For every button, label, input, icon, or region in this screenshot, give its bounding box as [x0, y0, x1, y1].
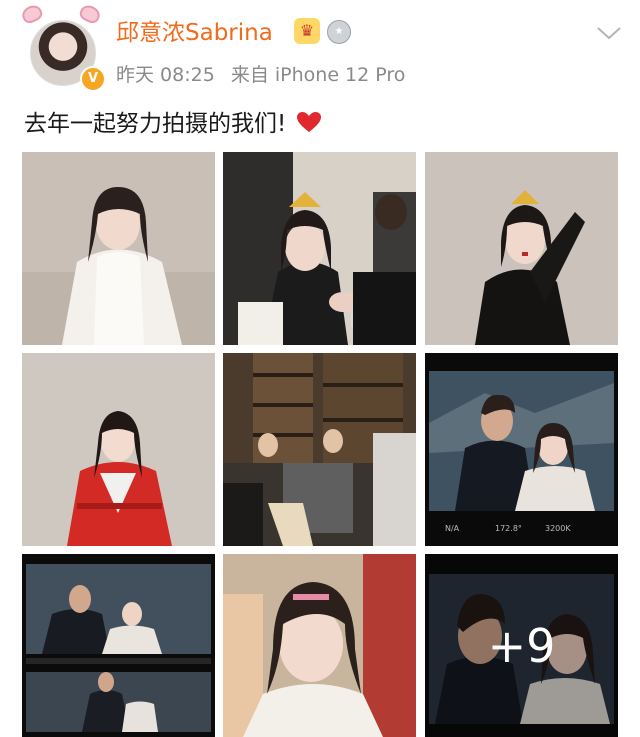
photo-3[interactable]	[425, 152, 618, 345]
crown-icon[interactable]: ♛	[294, 18, 320, 44]
bunny-ear-right	[77, 2, 103, 26]
photo-6[interactable]: N/A 172.8° 3200K	[425, 353, 618, 546]
post-meta: 昨天 08:25 来自 iPhone 12 Pro	[116, 60, 415, 87]
medal-icon[interactable]: ★	[327, 18, 351, 44]
username[interactable]: 邱意浓Sabrina	[116, 18, 273, 48]
photo-9[interactable]: +9	[425, 554, 618, 737]
photo-2[interactable]	[223, 152, 416, 345]
heart-icon	[297, 112, 322, 132]
post-text: 去年一起努力拍摄的我们!	[24, 104, 322, 138]
photo-8[interactable]	[223, 554, 416, 737]
photo-4[interactable]	[22, 353, 215, 546]
avatar[interactable]: V	[18, 2, 106, 92]
chevron-down-icon[interactable]	[596, 24, 622, 42]
svg-text:N/A: N/A	[445, 524, 460, 533]
post-source[interactable]: 来自 iPhone 12 Pro	[231, 64, 406, 86]
bunny-ear-left	[19, 2, 45, 26]
photo-7[interactable]	[22, 554, 215, 737]
post-text-content: 去年一起努力拍摄的我们!	[24, 111, 287, 137]
photo-5[interactable]	[223, 353, 416, 546]
svg-text:172.8°: 172.8°	[495, 524, 522, 533]
photo-1[interactable]	[22, 152, 215, 345]
svg-text:3200K: 3200K	[545, 524, 571, 533]
verified-badge-icon: V	[80, 66, 106, 92]
more-photos-count[interactable]: +9	[425, 554, 618, 737]
post-time: 昨天 08:25	[116, 64, 215, 86]
